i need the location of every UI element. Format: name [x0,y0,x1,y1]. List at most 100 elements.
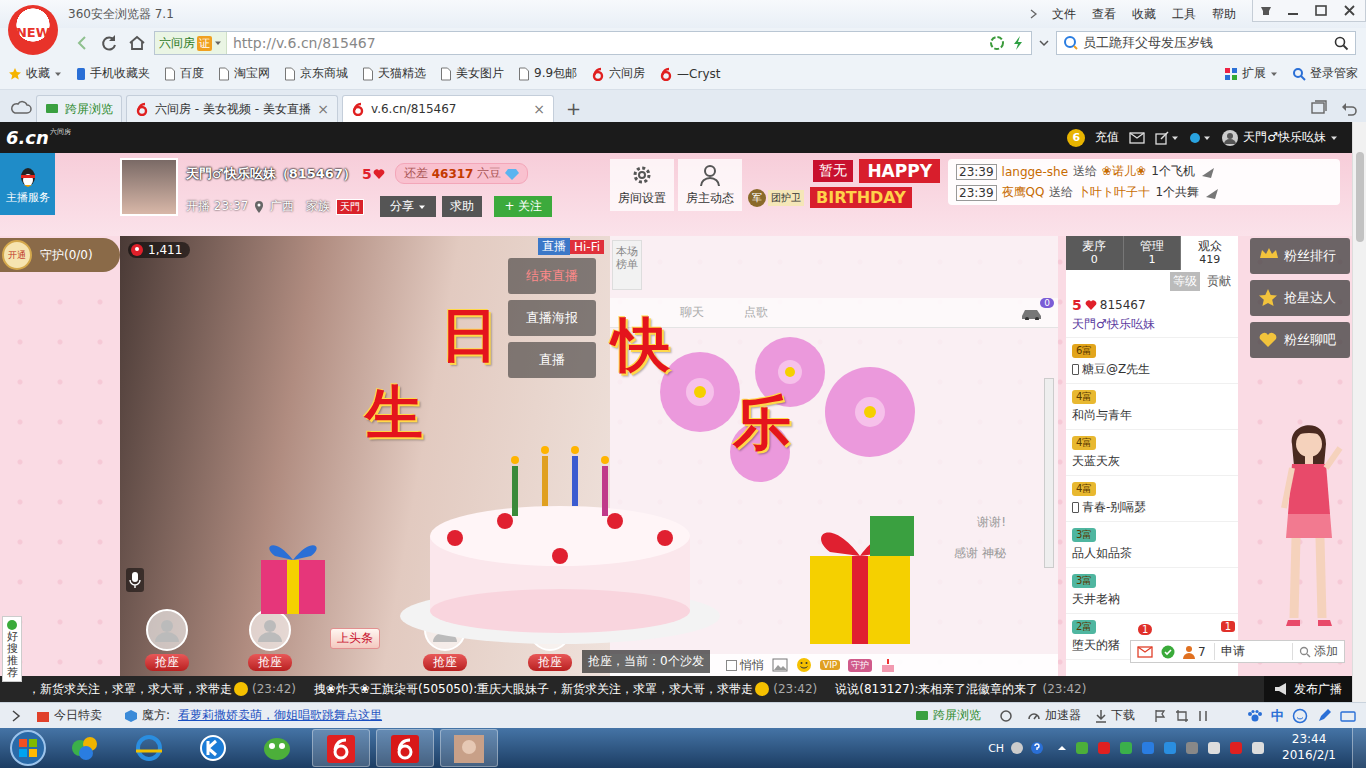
minimize-icon[interactable] [1279,1,1307,21]
cross-screen-button[interactable]: 跨屏浏览 [915,707,981,724]
bookmark-item[interactable]: 收藏 [8,65,62,82]
audience-row[interactable]: 4富天蓝天灰 [1066,430,1238,476]
sidebar-toggle-icon[interactable] [10,710,22,722]
follow-button[interactable]: + 关注 [494,196,552,217]
pause-icon[interactable] [1197,709,1209,723]
audience-row[interactable]: 3富品人如品茶 [1066,522,1238,568]
bookmark-item[interactable]: —Cryst [659,67,720,81]
chat-tool-badge[interactable]: 守护 [848,659,872,672]
mail-button[interactable]: 1 [1137,646,1153,658]
taskbar-app[interactable] [312,729,370,767]
add-button[interactable]: 添加 [1292,643,1338,660]
security-icon[interactable] [989,35,1005,51]
taskbar-app[interactable] [376,729,434,767]
cloud-icon[interactable] [10,96,32,120]
car-button[interactable]: 0 [1020,306,1044,320]
taskbar-app[interactable] [56,729,114,767]
image-icon[interactable] [772,658,788,672]
undo-icon[interactable] [1340,99,1358,117]
bookmark-item[interactable]: 天猫精选 [362,65,426,82]
start-button-icon[interactable] [6,728,50,768]
menu-item[interactable]: 工具 [1164,6,1204,23]
language-indicator[interactable]: CH [988,742,1004,755]
side-button[interactable]: 粉丝聊吧 [1250,322,1350,358]
tray-icon[interactable] [1228,740,1244,756]
guard-open-button[interactable]: 开通 [2,240,32,270]
room-button[interactable]: 房主动态 [678,159,742,211]
online-count[interactable]: 7 [1183,645,1206,659]
sort-option[interactable]: 贡献 [1204,272,1234,291]
tray-icon[interactable] [1074,740,1090,756]
whisper-checkbox[interactable] [726,660,737,671]
browser-tab[interactable]: 六间房 - 美女视频 - 美女直播× [126,95,338,122]
promo-link[interactable]: 看萝莉撒娇卖萌，御姐唱歌跳舞点这里 [178,707,382,724]
search-icon[interactable] [1333,35,1349,51]
tray-icon[interactable] [1184,740,1200,756]
microphone-icon[interactable] [126,568,144,592]
emoji-icon[interactable] [796,657,812,673]
bookmark-item[interactable]: 手机收藏夹 [76,65,150,82]
audience-row[interactable]: 6富糖豆@Z先生 [1066,338,1238,384]
apply-button[interactable]: 申请1 [1214,643,1245,660]
download-button[interactable]: 下载 [1095,707,1135,724]
menu-item[interactable]: 收藏 [1124,6,1164,23]
help-button[interactable]: 求助 [442,196,482,217]
tray-icon[interactable] [1206,740,1222,756]
chat-tab[interactable]: 聊天 [680,304,704,321]
smile-icon[interactable] [1292,708,1308,724]
tab-close[interactable]: × [533,101,545,117]
speed-icon[interactable] [1011,35,1025,51]
accelerator-button[interactable]: 加速器 [1027,707,1081,724]
daily-sale[interactable]: 今日特卖 [36,707,102,724]
audience-row[interactable]: 4富青春-别嗝瑟 [1066,476,1238,522]
site-logo[interactable]: 6.cn六间房 [6,127,71,148]
paw-icon[interactable] [1247,709,1263,723]
sort-option[interactable]: 等级 [1170,272,1200,291]
new-tab-button[interactable]: + [558,98,589,122]
audience-row[interactable]: 4富和尚与青年 [1066,384,1238,430]
chat-tab[interactable]: 点歌 [744,304,768,321]
login-manager-button[interactable]: 登录管家 [1292,65,1358,82]
recharge-link[interactable]: 充值 [1095,129,1119,146]
pen-icon[interactable] [1316,708,1332,724]
url-text[interactable]: http://v.6.cn/815467 [233,35,983,51]
side-button[interactable]: 粉丝排行 [1250,238,1350,274]
screenshot-icon[interactable] [1175,709,1189,723]
user-menu[interactable]: 天門♂快乐吆妹 [1221,129,1338,147]
help-icon[interactable] [1030,741,1044,755]
site-badge[interactable]: 六间房证 [155,32,227,54]
bookmark-item[interactable]: 美女图片 [440,65,504,82]
search-field[interactable]: 员工跪拜父母发压岁钱 [1056,31,1356,55]
keyboard-icon[interactable] [1340,708,1356,724]
seat[interactable]: 抢座 [245,608,295,671]
close-icon[interactable] [1335,1,1365,21]
video-control-button[interactable]: 直播 [508,342,596,378]
scrollbar[interactable] [1352,122,1366,702]
check-icon[interactable] [1161,645,1175,659]
ticker-name[interactable]: 拽❀炸天❀王旗柒哥(505050): [314,681,477,698]
status-menu[interactable] [1189,132,1211,144]
ticker-name[interactable]: 说说(813127): [835,681,918,698]
rank-box[interactable]: 本场榜单 [612,240,642,290]
whisper-toggle[interactable]: 悄悄 [726,657,764,674]
menu-item[interactable]: 帮助 [1204,6,1244,23]
anchor-service-button[interactable]: 主播服务 [0,153,55,215]
tab-list-icon[interactable] [1310,99,1328,117]
dropdown-icon[interactable] [1038,35,1050,51]
bookmark-item[interactable]: 淘宝网 [218,65,270,82]
address-field[interactable]: 六间房证 http://v.6.cn/815467 [154,31,1032,55]
tray-icon[interactable] [1096,740,1112,756]
bookmark-item[interactable]: 百度 [164,65,204,82]
bookmark-item[interactable]: 9.9包邮 [518,65,577,82]
clock[interactable]: 23:442016/2/1 [1272,732,1346,763]
sofa-label[interactable]: 抢座，当前：0个沙发 [582,650,710,673]
tray-icon[interactable] [1250,740,1266,756]
bookmark-flag-icon[interactable] [1153,709,1167,723]
audience-tab[interactable]: 麦序0 [1066,236,1124,270]
tab-close[interactable]: × [317,101,329,117]
scrollbar-thumb[interactable] [1356,152,1364,242]
taskbar-app[interactable] [440,729,498,767]
share-button[interactable]: 分享 [380,196,436,217]
seat[interactable]: 抢座 [142,608,192,671]
audience-tab[interactable]: 观众419 [1181,236,1238,270]
